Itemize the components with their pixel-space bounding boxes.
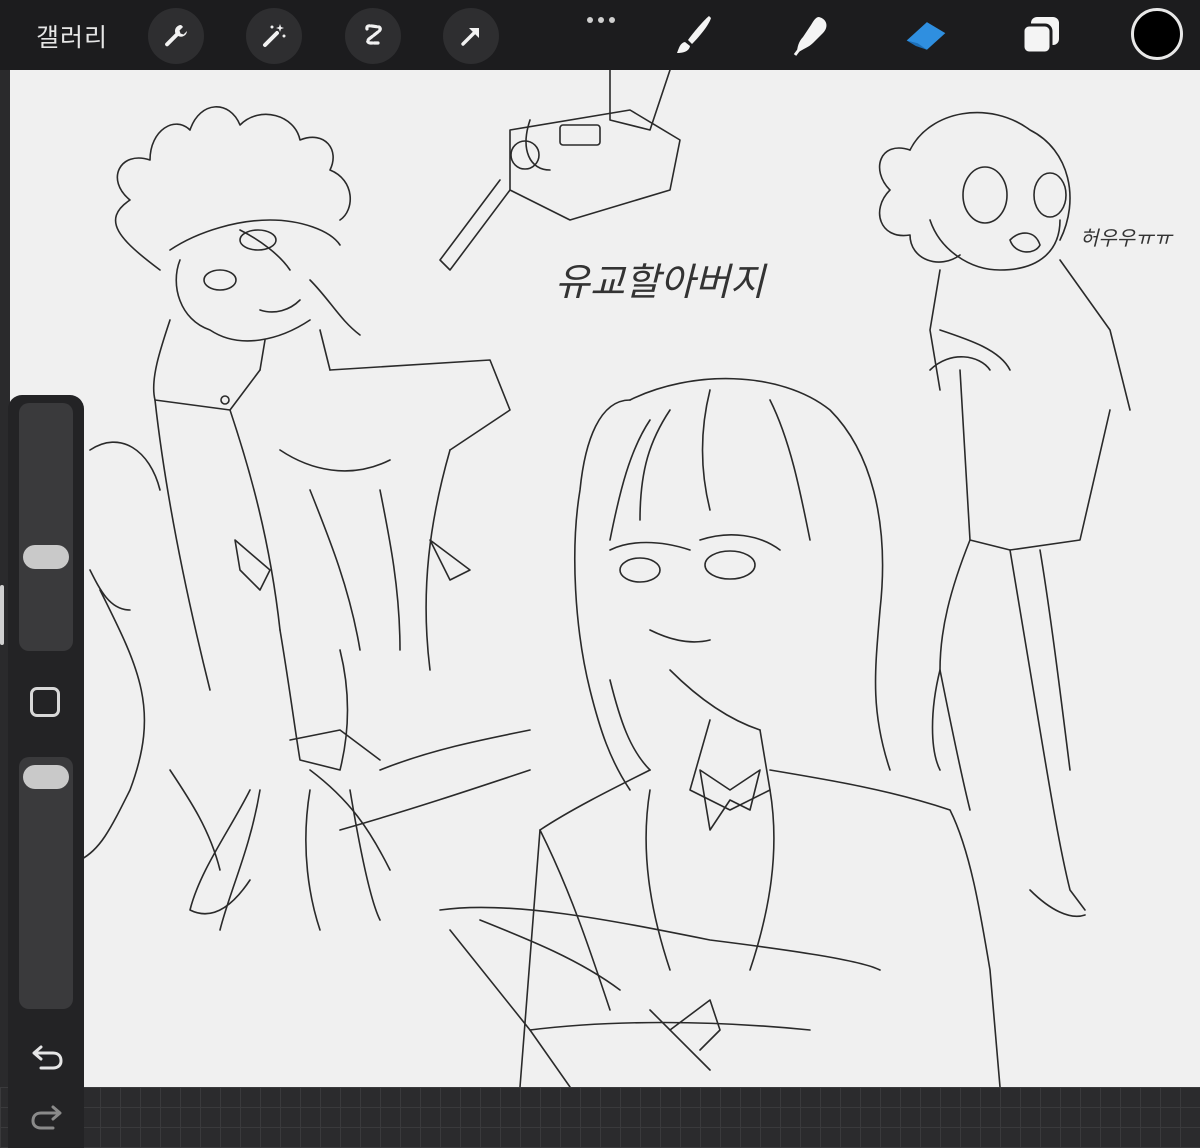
eraser-icon[interactable] [903, 12, 949, 58]
gallery-button[interactable]: 갤러리 [36, 18, 108, 54]
redo-icon[interactable] [30, 1100, 64, 1134]
opacity-thumb[interactable] [23, 765, 69, 789]
brush-size-slider[interactable] [19, 403, 73, 651]
undo-icon[interactable] [30, 1040, 64, 1074]
handwritten-text-1: 유교할아버지 [555, 260, 768, 304]
magic-wand-icon[interactable] [246, 8, 302, 64]
modify-button[interactable] [30, 687, 60, 717]
sketch-artwork: 유교할아버지 허우우ㅠㅠ [79, 70, 1174, 1087]
sidebar-edge-handle[interactable] [0, 585, 4, 645]
more-options-icon[interactable] [587, 8, 620, 27]
canvas-bottom-grid [0, 1087, 1200, 1148]
wrench-icon[interactable] [148, 8, 204, 64]
smudge-icon[interactable] [788, 12, 834, 58]
top-toolbar: 갤러리 [0, 0, 1200, 70]
brush-icon[interactable] [670, 12, 716, 58]
color-picker-swatch[interactable] [1131, 8, 1183, 60]
brush-size-thumb[interactable] [23, 545, 69, 569]
layers-icon[interactable] [1018, 12, 1064, 58]
selection-icon[interactable] [345, 8, 401, 64]
handwritten-text-2: 허우우ㅠㅠ [1080, 226, 1174, 250]
opacity-slider[interactable] [19, 757, 73, 1009]
left-sidebar [8, 395, 84, 1148]
drawing-canvas[interactable]: 유교할아버지 허우우ㅠㅠ [10, 70, 1200, 1087]
transform-arrow-icon[interactable] [443, 8, 499, 64]
